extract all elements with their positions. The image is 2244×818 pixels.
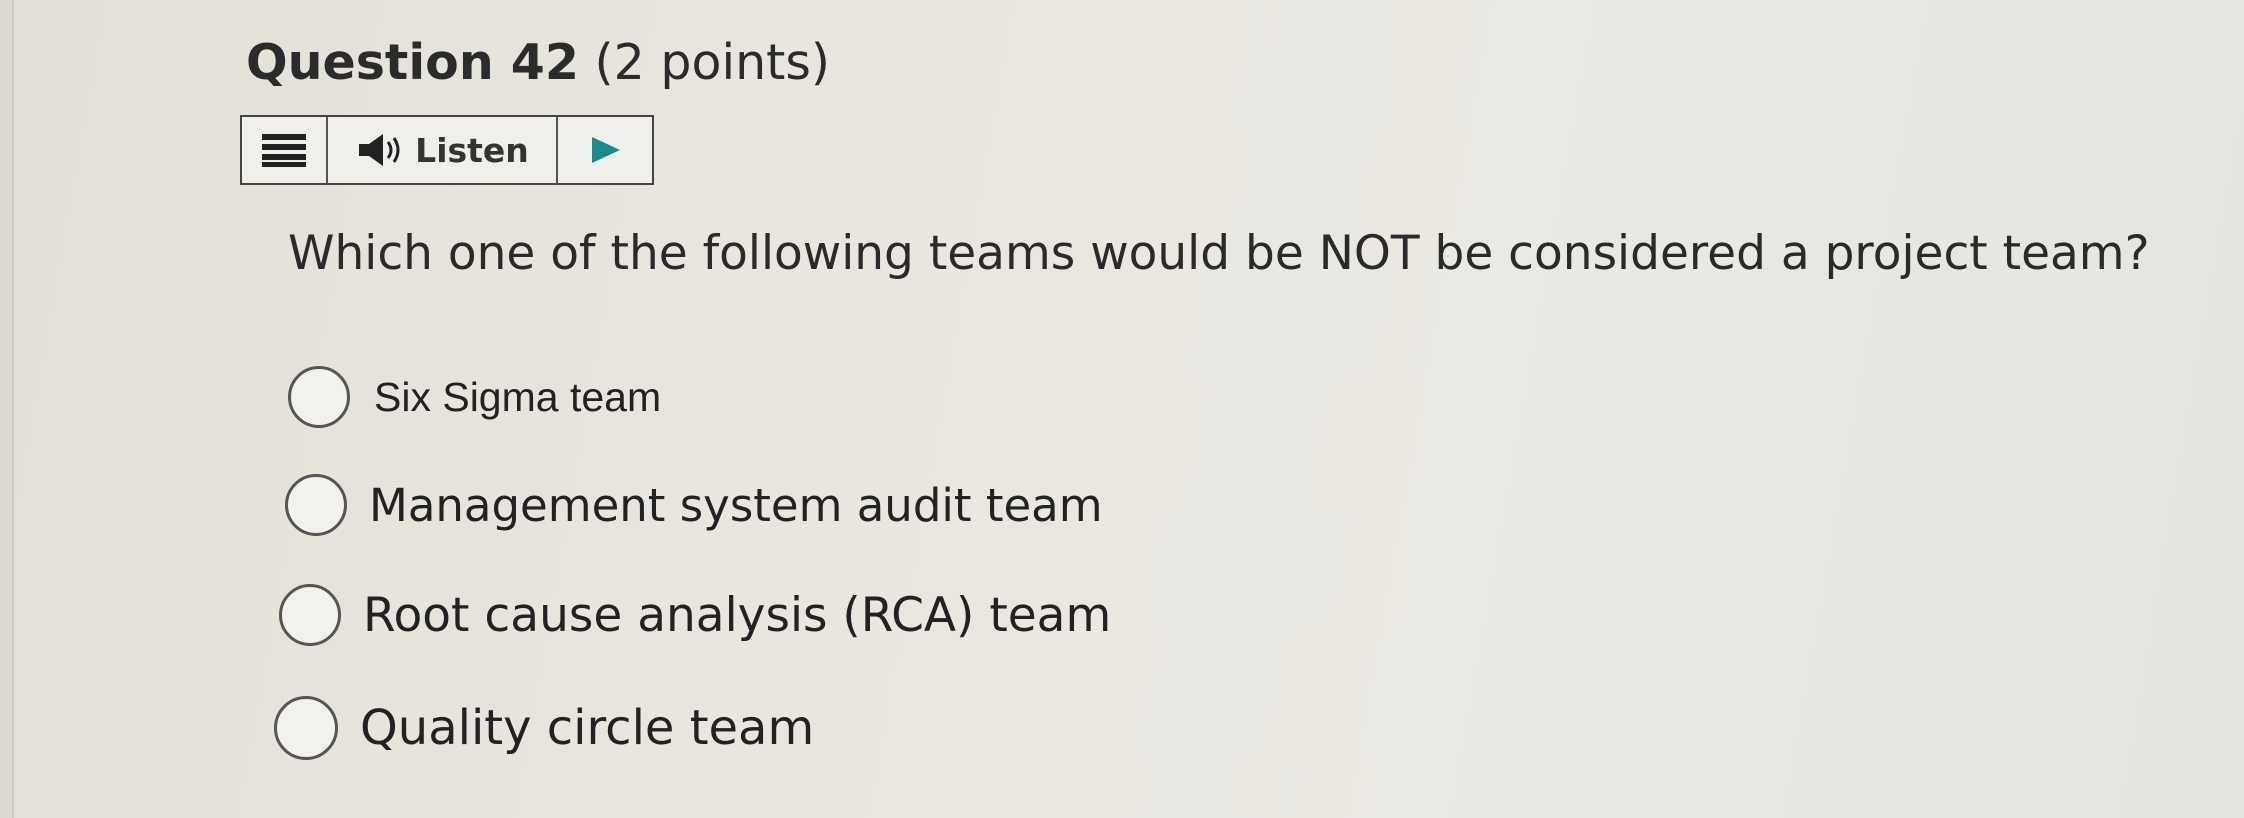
play-button[interactable]	[558, 117, 652, 183]
menu-button[interactable]	[242, 117, 328, 183]
question-number: Question 42	[246, 34, 579, 91]
speaker-icon	[359, 134, 400, 166]
menu-icon	[262, 134, 306, 167]
listen-button[interactable]: Listen	[328, 117, 558, 183]
answer-option-4[interactable]: Quality circle team	[274, 696, 814, 760]
question-text: Which one of the following teams would b…	[288, 226, 2150, 281]
option-label: Quality circle team	[360, 700, 815, 756]
radio-button[interactable]	[279, 584, 341, 646]
radio-button[interactable]	[274, 696, 338, 760]
play-icon	[592, 137, 620, 163]
answer-option-2[interactable]: Management system audit team	[285, 474, 1103, 536]
option-label: Six Sigma team	[374, 373, 662, 420]
question-title: Question 42 (2 points)	[246, 34, 830, 91]
answer-option-1[interactable]: Six Sigma team	[288, 366, 661, 428]
window-left-edge	[0, 0, 14, 818]
listen-toolbar: Listen	[240, 115, 654, 185]
answer-option-3[interactable]: Root cause analysis (RCA) team	[279, 584, 1111, 646]
question-points: (2 points)	[594, 34, 831, 91]
radio-button[interactable]	[285, 474, 347, 536]
radio-button[interactable]	[288, 366, 350, 428]
option-label: Root cause analysis (RCA) team	[363, 587, 1112, 643]
listen-label: Listen	[415, 130, 529, 170]
option-label: Management system audit team	[369, 478, 1103, 532]
